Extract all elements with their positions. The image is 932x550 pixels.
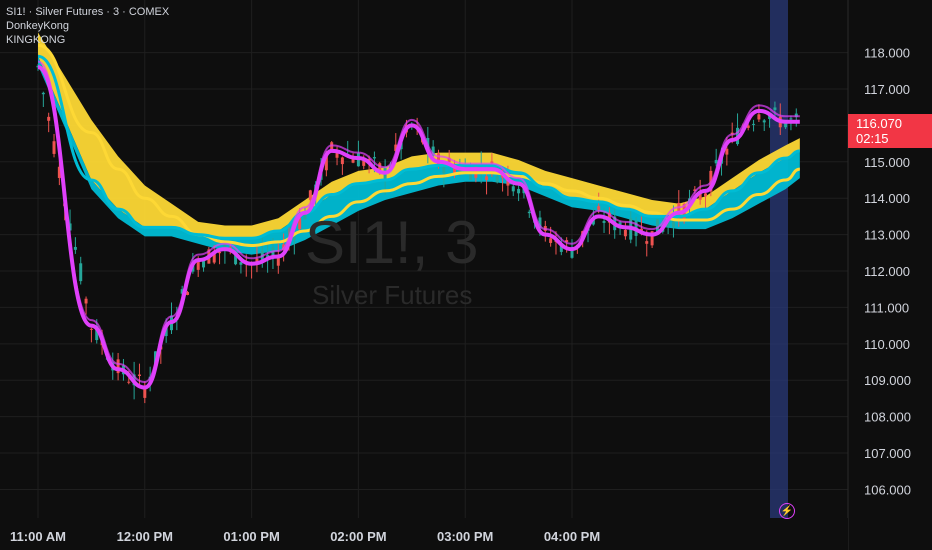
chart-canvas[interactable]: 118.000117.000116.000115.000114.000113.0…	[0, 0, 932, 550]
legend-title[interactable]: SI1! · Silver Futures · 3 · COMEX	[6, 5, 169, 19]
candle-body	[89, 328, 93, 330]
candle-body	[485, 176, 489, 180]
candle-body	[757, 114, 761, 120]
chart-legend: SI1! · Silver Futures · 3 · COMEX Donkey…	[6, 5, 169, 47]
last-price: 116.070	[856, 115, 903, 131]
candle-body	[73, 246, 77, 250]
candle-body	[527, 211, 531, 214]
candle-body	[84, 298, 88, 304]
x-tick-label: 03:00 PM	[437, 529, 493, 544]
candle-body	[495, 176, 499, 183]
session-highlight	[770, 0, 788, 518]
candle-body	[41, 92, 45, 95]
x-tick-label: 12:00 PM	[117, 529, 173, 544]
watermark-symbol: SI1!, 3	[305, 209, 478, 276]
candle-body	[570, 250, 574, 258]
y-tick-label: 110.000	[864, 337, 910, 352]
candle-body	[704, 193, 707, 197]
candle-body	[137, 374, 141, 376]
candle-body	[442, 166, 446, 174]
bar-countdown: 02:15	[856, 130, 889, 146]
legend-indicator-1[interactable]: DonkeyKong	[6, 19, 169, 33]
legend-indicator-2[interactable]: KINGKONG	[6, 33, 169, 47]
candle-body	[372, 157, 376, 159]
candle-body	[645, 241, 649, 244]
x-tick-label: 02:00 PM	[330, 529, 386, 544]
candle-body	[549, 238, 553, 243]
y-axis[interactable]: 118.000117.000116.000115.000114.000113.0…	[847, 0, 932, 550]
watermark-name: Silver Futures	[312, 280, 472, 310]
candle-body	[762, 120, 766, 123]
y-tick-label: 107.000	[864, 446, 911, 461]
x-tick-label: 01:00 PM	[223, 529, 279, 544]
y-tick-label: 106.000	[864, 482, 911, 497]
y-tick-label: 118.000	[864, 46, 910, 61]
candle-body	[725, 148, 729, 155]
candle-body	[773, 107, 777, 110]
x-axis[interactable]: 11:00 AM 12:00 PM 01:00 PM 02:00 PM 03:00 PM…	[0, 518, 848, 550]
candle-body	[276, 257, 280, 266]
y-tick-label: 113.000	[864, 228, 910, 243]
y-tick-label: 108.000	[864, 410, 911, 425]
y-tick-label: 117.000	[864, 82, 910, 97]
candle-body	[517, 188, 521, 194]
candle-body	[79, 263, 83, 282]
y-tick-label: 112.000	[864, 264, 910, 279]
x-tick-label: 04:00 PM	[544, 529, 600, 544]
candle-body	[789, 118, 793, 120]
y-tick-label: 115.000	[864, 155, 910, 170]
x-tick-label: 11:00 AM	[10, 529, 66, 544]
candle-body	[340, 157, 344, 165]
candle-body	[623, 229, 627, 237]
candle-body	[127, 381, 131, 383]
candle-body	[308, 190, 312, 201]
candle-body	[202, 261, 206, 268]
candle-body	[752, 123, 756, 125]
candle-body	[602, 221, 606, 223]
y-tick-label: 114.000	[864, 191, 910, 206]
candle-body	[511, 186, 515, 192]
lightning-bolt-icon[interactable]: ⚡	[779, 503, 795, 519]
candle-body	[47, 116, 51, 121]
y-tick-label: 109.000	[864, 373, 911, 388]
y-tick-label: 111.000	[864, 300, 909, 315]
candle-body	[52, 141, 56, 154]
last-price-tag: 116.070 02:15	[848, 113, 932, 148]
session-highlight-band	[770, 0, 788, 518]
candle-body	[597, 206, 601, 210]
